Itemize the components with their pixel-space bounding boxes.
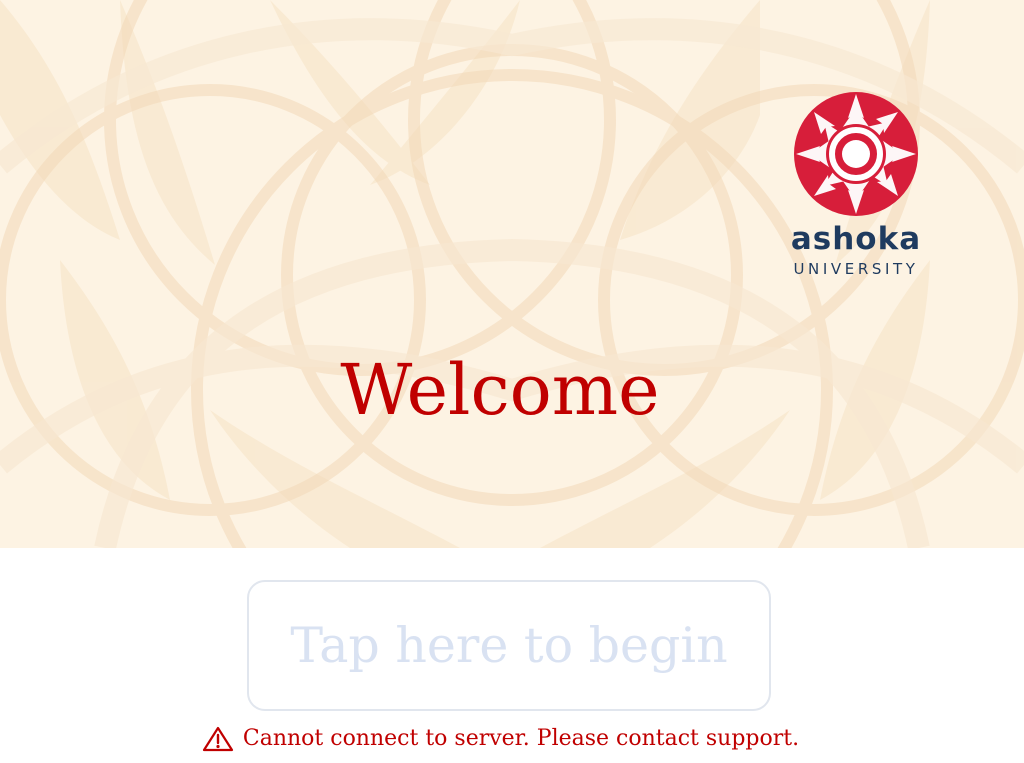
- welcome-heading: Welcome: [340, 349, 660, 431]
- hero-banner: ashoka UNIVERSITY Welcome: [0, 0, 1024, 548]
- ashoka-rosette-icon: [794, 92, 918, 216]
- kiosk-welcome-screen: ashoka UNIVERSITY Welcome Tap here to be…: [0, 0, 1024, 763]
- logo-subtitle: UNIVERSITY: [793, 260, 919, 278]
- error-text: Cannot connect to server. Please contact…: [242, 726, 800, 751]
- logo-wordmark: ashoka: [790, 221, 922, 257]
- tap-to-begin-button[interactable]: Tap here to begin: [247, 580, 771, 711]
- ashoka-university-logo: ashoka UNIVERSITY: [770, 88, 942, 284]
- tap-to-begin-label: Tap here to begin: [290, 616, 728, 674]
- connection-error-message: Cannot connect to server. Please contact…: [0, 722, 1000, 756]
- warning-icon: [202, 726, 233, 752]
